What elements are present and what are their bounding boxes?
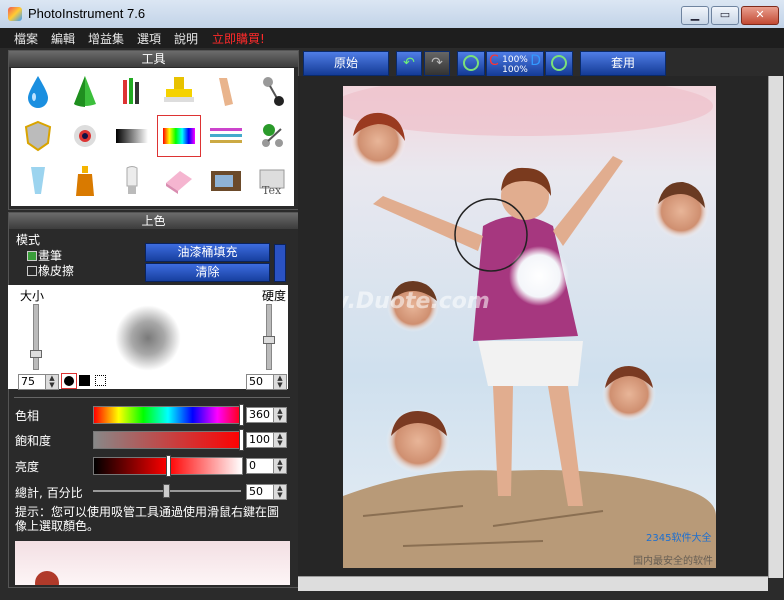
text-tool-icon[interactable]: Tex <box>252 161 294 201</box>
eye-tool-icon[interactable] <box>64 116 106 156</box>
menu-plugins[interactable]: 增益集 <box>88 30 124 47</box>
mode-label: 模式 <box>16 233 41 247</box>
tools-panel: 工具 Tex <box>8 50 299 210</box>
saturation-spinner[interactable]: ▲ ▼ <box>273 432 287 448</box>
eraser-radio[interactable] <box>27 266 37 276</box>
bulb-tool-icon[interactable] <box>111 161 153 201</box>
watermark-text: www.Duote.com <box>343 289 490 314</box>
brush-preview-dot <box>115 305 181 371</box>
menu-bar: 檔案 編輯 增益集 選項 說明 立即購買! <box>0 28 784 48</box>
cone-tool-icon[interactable] <box>64 71 106 111</box>
photo-canvas[interactable]: www.Duote.com 2345软件大全 国内最安全的软件 <box>343 86 716 568</box>
minimize-button[interactable]: ▁ <box>681 6 709 25</box>
zoom-in-button[interactable] <box>545 51 573 76</box>
clear-button[interactable]: 清除 <box>145 263 270 282</box>
undo-button[interactable]: ↶ <box>396 51 422 76</box>
selection-brush-icon[interactable] <box>95 375 106 386</box>
brightness-spinner[interactable]: ▲ ▼ <box>273 458 287 474</box>
undo-arrow-icon: ↶ <box>403 55 415 71</box>
menu-options[interactable]: 選項 <box>137 30 161 47</box>
colorize-tool-icon[interactable] <box>157 115 201 157</box>
brightness-label: 亮度 <box>15 460 40 474</box>
pin-tool-icon[interactable] <box>252 71 294 111</box>
svg-text:Tex: Tex <box>262 184 282 196</box>
size-spinner[interactable]: ▲ ▼ <box>45 374 59 390</box>
horizontal-scrollbar[interactable] <box>298 576 768 591</box>
hardness-spinner[interactable]: ▲ ▼ <box>273 374 287 390</box>
tools-grid: Tex <box>11 68 294 206</box>
menu-help[interactable]: 說明 <box>174 30 198 47</box>
menu-edit[interactable]: 編輯 <box>51 30 75 47</box>
magnifier-plus-icon <box>551 55 567 71</box>
round-brush-icon[interactable] <box>61 373 77 389</box>
color-sample-thumbnail <box>15 541 290 585</box>
tools-panel-title: 工具 <box>9 51 298 67</box>
hue-slider[interactable] <box>93 406 243 424</box>
window-title: PhotoInstrument 7.6 <box>28 6 146 21</box>
size-value[interactable]: 75 <box>18 374 46 390</box>
eraser-label[interactable]: 橡皮擦 <box>38 262 74 279</box>
pencils-tool-icon[interactable] <box>111 71 153 111</box>
total-percent-label: 總計, 百分比 <box>15 486 83 500</box>
shield-tool-icon[interactable] <box>17 116 59 156</box>
hardness-label: 硬度 <box>262 289 287 303</box>
brightness-value[interactable]: 0 <box>246 458 274 474</box>
eraser-tool-icon[interactable] <box>158 161 200 201</box>
total-percent-value[interactable]: 50 <box>246 484 274 500</box>
hardness-slider-thumb[interactable] <box>263 336 275 344</box>
saturation-slider-thumb[interactable] <box>239 429 244 451</box>
hue-spinner[interactable]: ▲ ▼ <box>273 407 287 423</box>
hue-label: 色相 <box>15 409 40 423</box>
redo-arrow-icon: ↷ <box>431 55 443 71</box>
total-percent-slider-thumb[interactable] <box>163 484 170 498</box>
title-bar: PhotoInstrument 7.6 ▁ ▭ ✕ <box>0 0 784 29</box>
zoom-left-arrow-icon: C <box>489 53 499 69</box>
hue-slider-thumb[interactable] <box>239 404 244 426</box>
total-percent-spinner[interactable]: ▲ ▼ <box>273 484 287 500</box>
size-slider[interactable] <box>33 304 39 370</box>
redo-button[interactable]: ↷ <box>424 51 450 76</box>
square-brush-icon[interactable] <box>79 375 90 386</box>
gradient-tool-icon[interactable] <box>111 116 153 156</box>
corner-watermark-1: 2345软件大全 <box>646 531 711 544</box>
zoom-100-button[interactable]: C 100% 100% D <box>486 51 544 77</box>
saturation-label: 飽和度 <box>15 434 52 448</box>
scissors-tool-icon[interactable] <box>252 116 294 156</box>
mode-scroller[interactable] <box>274 244 286 282</box>
zoom-right-arrow-icon: D <box>530 53 541 69</box>
vertical-scrollbar[interactable] <box>768 76 783 578</box>
divider <box>14 397 290 398</box>
hue-value[interactable]: 360 <box>246 407 274 423</box>
size-slider-thumb[interactable] <box>30 350 42 358</box>
finger-tool-icon[interactable] <box>205 71 247 111</box>
glass-tool-icon[interactable] <box>17 161 59 201</box>
stamp-tool-icon[interactable] <box>158 71 200 111</box>
menu-register[interactable]: 立即購買! <box>212 30 265 47</box>
brightness-slider-thumb[interactable] <box>166 455 171 477</box>
zoom-out-button[interactable] <box>457 51 485 76</box>
menu-file[interactable]: 檔案 <box>14 30 38 47</box>
original-button[interactable]: 原始 <box>303 51 389 76</box>
hardness-value[interactable]: 50 <box>246 374 274 390</box>
size-label: 大小 <box>20 289 45 303</box>
water-drop-tool-icon[interactable] <box>17 71 59 111</box>
brush-radio[interactable] <box>27 251 37 261</box>
app-icon <box>8 7 22 21</box>
magnifier-minus-icon <box>463 55 479 71</box>
lines-tool-icon[interactable] <box>205 116 247 156</box>
colorize-panel-title: 上色 <box>9 213 298 229</box>
paint-bucket-fill-button[interactable]: 油漆桶填充 <box>145 243 270 262</box>
apply-button[interactable]: 套用 <box>580 51 666 76</box>
close-button[interactable]: ✕ <box>741 6 779 25</box>
saturation-value[interactable]: 100 <box>246 432 274 448</box>
maximize-button[interactable]: ▭ <box>711 6 739 25</box>
tv-tool-icon[interactable] <box>205 161 247 201</box>
saturation-slider[interactable] <box>93 431 243 449</box>
hint-text: 提示：您可以使用吸管工具通過使用滑鼠右鍵在圖像上選取顏色。 <box>15 505 280 533</box>
corner-watermark-2: 国内最安全的软件 <box>633 554 713 567</box>
bottle-tool-icon[interactable] <box>64 161 106 201</box>
